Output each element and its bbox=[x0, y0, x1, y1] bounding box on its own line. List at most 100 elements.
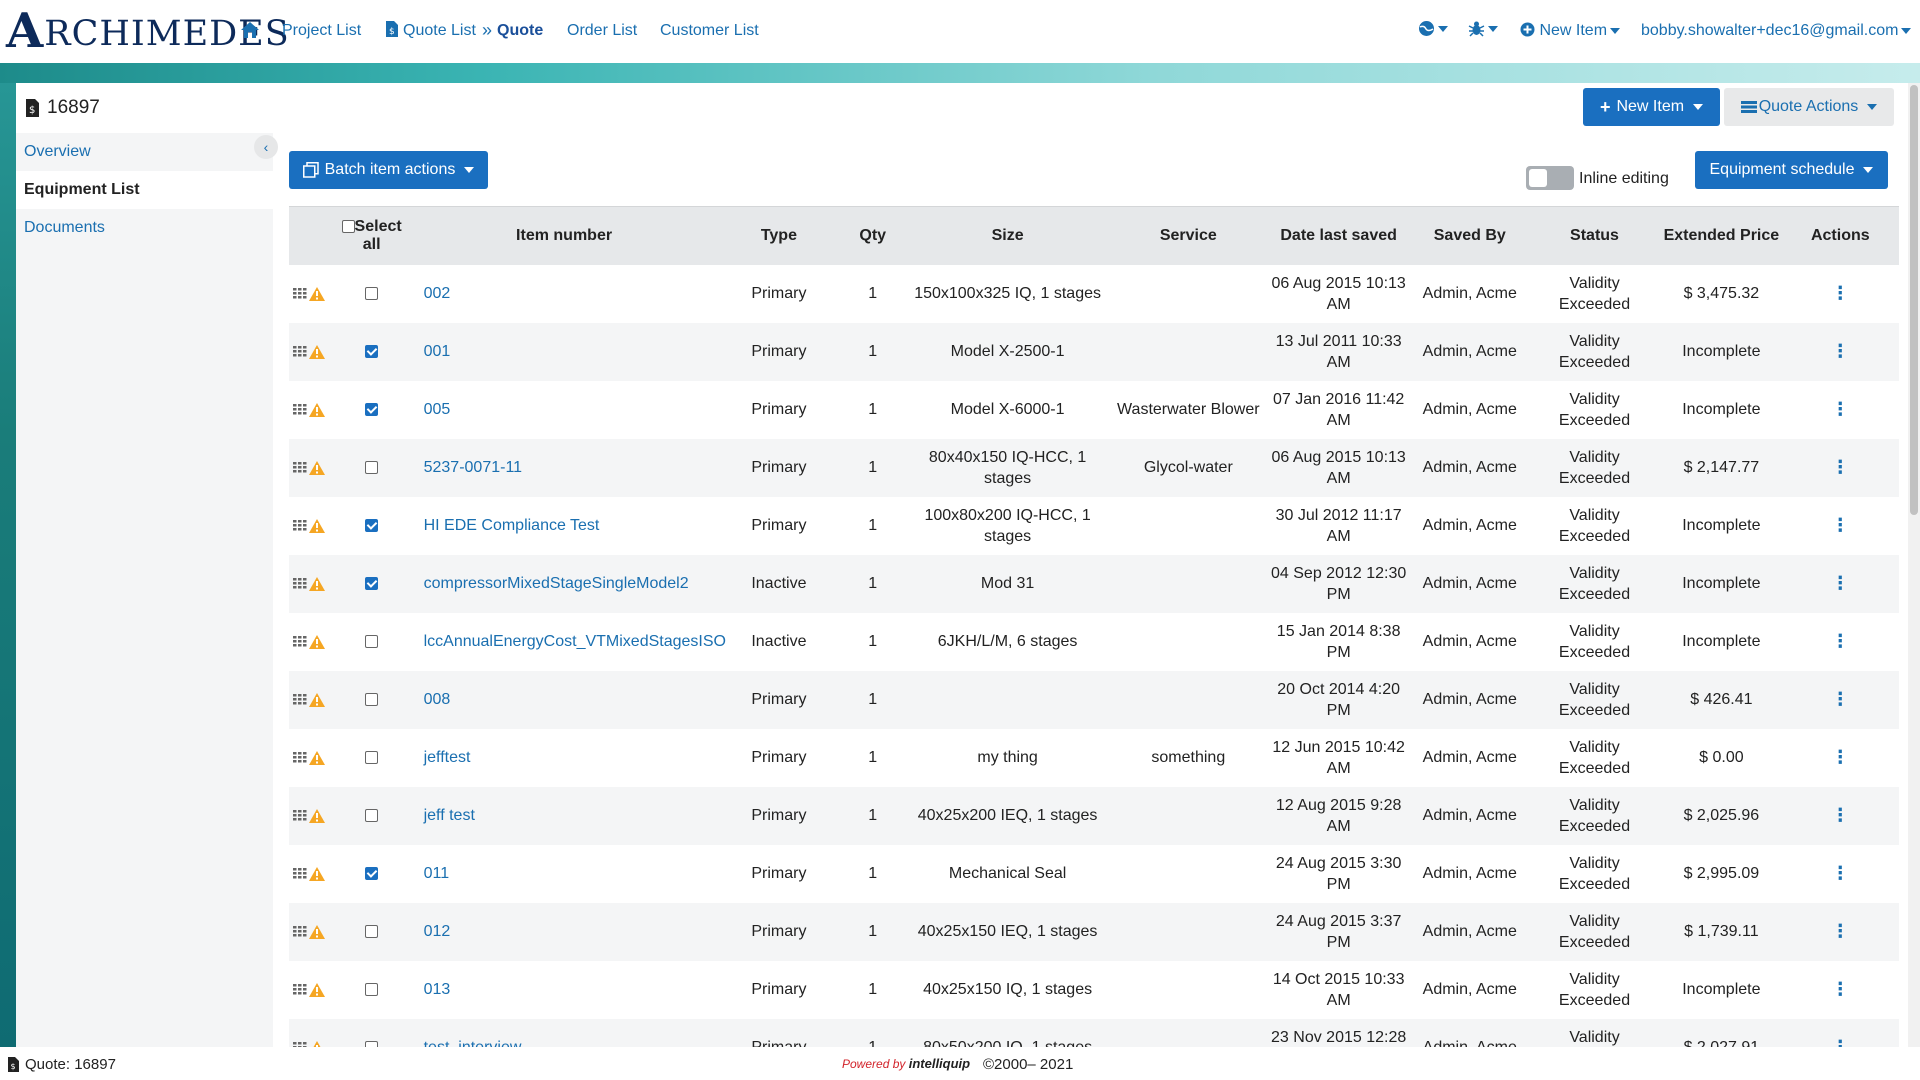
item-number-link[interactable]: 001 bbox=[424, 343, 451, 360]
new-item-menu[interactable]: New Item bbox=[1520, 22, 1621, 40]
new-item-button[interactable]: + New Item bbox=[1583, 88, 1720, 126]
item-number-link[interactable]: jefftest bbox=[424, 749, 471, 766]
warning-icon[interactable] bbox=[309, 518, 325, 533]
grid-icon[interactable] bbox=[293, 694, 307, 705]
warning-icon[interactable] bbox=[309, 460, 325, 475]
kebab-icon[interactable]: ⋮ bbox=[1831, 689, 1849, 709]
kebab-icon[interactable]: ⋮ bbox=[1831, 515, 1849, 535]
kebab-icon[interactable]: ⋮ bbox=[1831, 631, 1849, 651]
grid-icon[interactable] bbox=[293, 810, 307, 821]
row-checkbox[interactable] bbox=[365, 461, 379, 475]
row-select-cell[interactable] bbox=[332, 323, 412, 381]
warning-icon[interactable] bbox=[309, 808, 325, 823]
row-select-cell[interactable] bbox=[332, 497, 412, 555]
kebab-icon[interactable]: ⋮ bbox=[1831, 573, 1849, 593]
item-number-link[interactable]: 008 bbox=[424, 691, 451, 708]
grid-icon[interactable] bbox=[293, 520, 307, 531]
quote-actions-button[interactable]: Quote Actions bbox=[1724, 88, 1894, 126]
collapse-sidebar-button[interactable]: ‹ bbox=[254, 135, 278, 159]
language-menu[interactable] bbox=[1418, 20, 1448, 38]
warning-icon[interactable] bbox=[309, 924, 325, 939]
item-number-link[interactable]: 5237-0071-11 bbox=[424, 459, 522, 476]
grid-icon[interactable] bbox=[293, 346, 307, 357]
kebab-icon[interactable]: ⋮ bbox=[1831, 921, 1849, 941]
column-header-status[interactable]: Status bbox=[1527, 206, 1662, 265]
column-header-date-saved[interactable]: Date last saved bbox=[1265, 206, 1412, 265]
kebab-icon[interactable]: ⋮ bbox=[1831, 747, 1849, 767]
equipment-schedule-button[interactable]: Equipment schedule bbox=[1695, 151, 1888, 189]
user-menu[interactable]: bobby.showalter+dec16@gmail.com bbox=[1641, 22, 1912, 40]
grid-icon[interactable] bbox=[293, 984, 307, 995]
row-checkbox[interactable] bbox=[365, 751, 379, 765]
grid-icon[interactable] bbox=[293, 404, 307, 415]
row-checkbox[interactable] bbox=[365, 519, 379, 533]
page-scrollbar[interactable] bbox=[1908, 83, 1920, 1080]
nav-project-list[interactable]: Project List bbox=[282, 22, 361, 40]
grid-icon[interactable] bbox=[293, 288, 307, 299]
row-select-cell[interactable] bbox=[332, 671, 412, 729]
item-number-link[interactable]: 002 bbox=[424, 285, 451, 302]
kebab-icon[interactable]: ⋮ bbox=[1831, 457, 1849, 477]
warning-icon[interactable] bbox=[309, 402, 325, 417]
row-checkbox[interactable] bbox=[365, 287, 379, 301]
column-header-service[interactable]: Service bbox=[1111, 206, 1266, 265]
column-header-extended-price[interactable]: Extended Price bbox=[1661, 206, 1782, 265]
column-header-size[interactable]: Size bbox=[904, 206, 1112, 265]
item-number-link[interactable]: HI EDE Compliance Test bbox=[424, 517, 600, 534]
sidebar-item-overview[interactable]: Overview bbox=[16, 133, 273, 171]
nav-customer-list[interactable]: Customer List bbox=[660, 22, 759, 40]
sidebar-item-documents[interactable]: Documents bbox=[16, 209, 273, 247]
row-checkbox[interactable] bbox=[365, 867, 379, 881]
kebab-icon[interactable]: ⋮ bbox=[1831, 805, 1849, 825]
home-icon[interactable] bbox=[240, 20, 260, 40]
warning-icon[interactable] bbox=[309, 344, 325, 359]
warning-icon[interactable] bbox=[309, 692, 325, 707]
kebab-icon[interactable]: ⋮ bbox=[1831, 979, 1849, 999]
warning-icon[interactable] bbox=[309, 286, 325, 301]
item-number-link[interactable]: 005 bbox=[424, 401, 451, 418]
row-select-cell[interactable] bbox=[332, 845, 412, 903]
row-select-cell[interactable] bbox=[332, 555, 412, 613]
grid-icon[interactable] bbox=[293, 636, 307, 647]
grid-icon[interactable] bbox=[293, 462, 307, 473]
warning-icon[interactable] bbox=[309, 982, 325, 997]
warning-icon[interactable] bbox=[309, 634, 325, 649]
warning-icon[interactable] bbox=[309, 866, 325, 881]
item-number-link[interactable]: compressorMixedStageSingleModel2 bbox=[424, 575, 689, 592]
grid-icon[interactable] bbox=[293, 752, 307, 763]
scrollbar-thumb[interactable] bbox=[1910, 85, 1918, 515]
row-checkbox[interactable] bbox=[365, 809, 379, 823]
column-header-qty[interactable]: Qty bbox=[841, 206, 905, 265]
item-number-link[interactable]: 011 bbox=[424, 865, 450, 882]
grid-icon[interactable] bbox=[293, 868, 307, 879]
row-select-cell[interactable] bbox=[332, 903, 412, 961]
row-checkbox[interactable] bbox=[365, 925, 379, 939]
column-header-type[interactable]: Type bbox=[716, 206, 842, 265]
batch-item-actions-button[interactable]: Batch item actions bbox=[289, 151, 488, 189]
inline-editing-toggle[interactable] bbox=[1526, 166, 1574, 190]
nav-order-list[interactable]: Order List bbox=[567, 22, 637, 40]
row-select-cell[interactable] bbox=[332, 613, 412, 671]
row-select-cell[interactable] bbox=[332, 961, 412, 1019]
row-checkbox[interactable] bbox=[365, 403, 379, 417]
row-select-cell[interactable] bbox=[332, 265, 412, 323]
kebab-icon[interactable]: ⋮ bbox=[1831, 341, 1849, 361]
nav-quote-list[interactable]: Quote List bbox=[403, 22, 476, 40]
column-header-item-number[interactable]: Item number bbox=[411, 206, 717, 265]
item-number-link[interactable]: 012 bbox=[424, 923, 451, 940]
debug-menu[interactable] bbox=[1468, 20, 1498, 38]
kebab-icon[interactable]: ⋮ bbox=[1831, 863, 1849, 883]
row-checkbox[interactable] bbox=[365, 693, 379, 707]
row-select-cell[interactable] bbox=[332, 787, 412, 845]
row-select-cell[interactable] bbox=[332, 439, 412, 497]
row-checkbox[interactable] bbox=[365, 345, 379, 359]
warning-icon[interactable] bbox=[309, 750, 325, 765]
column-header-saved-by[interactable]: Saved By bbox=[1411, 206, 1528, 265]
select-all-checkbox[interactable] bbox=[341, 220, 355, 234]
sidebar-item-equipment-list[interactable]: Equipment List bbox=[16, 171, 273, 209]
grid-icon[interactable] bbox=[293, 578, 307, 589]
column-header-select-all[interactable]: Select all bbox=[331, 206, 412, 265]
kebab-icon[interactable]: ⋮ bbox=[1831, 283, 1849, 303]
row-select-cell[interactable] bbox=[332, 381, 412, 439]
row-checkbox[interactable] bbox=[365, 577, 379, 591]
